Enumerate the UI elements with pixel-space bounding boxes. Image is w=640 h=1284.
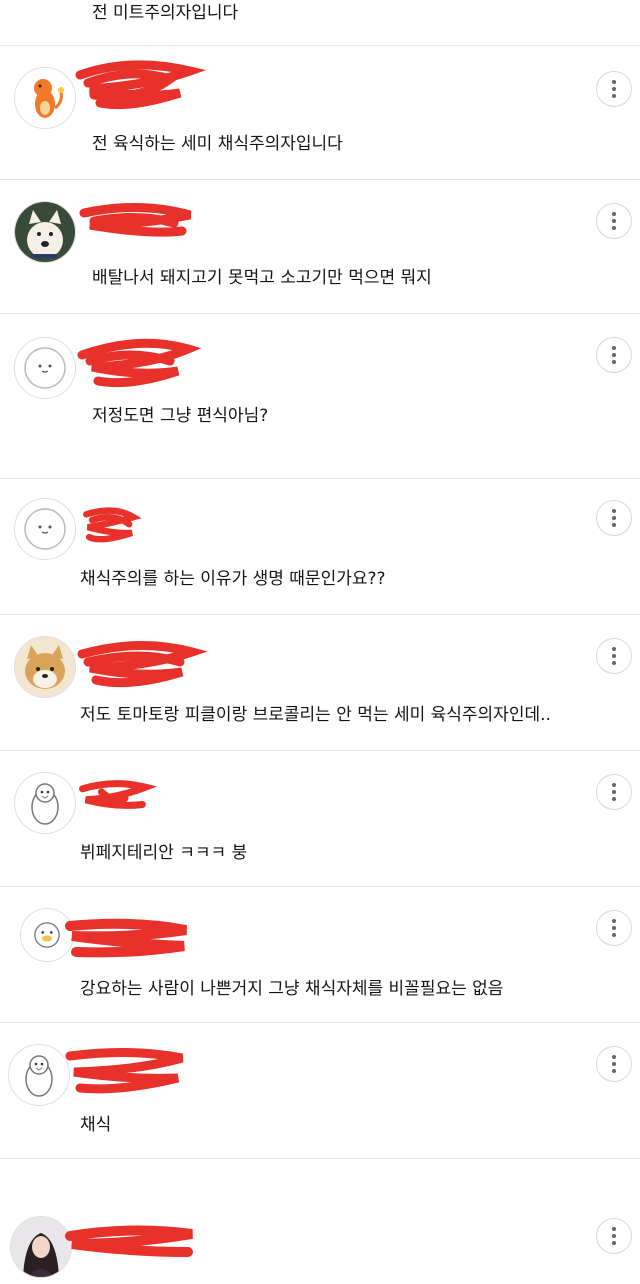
more-options-button[interactable]: [596, 910, 632, 946]
comment-item: 저정도면 그냥 편식아님?: [0, 313, 640, 479]
comment-item: [0, 1158, 640, 1280]
comment-text: 저정도면 그냥 편식아님?: [92, 406, 269, 426]
shiba-avatar[interactable]: [14, 636, 76, 698]
redaction-scribble: [65, 1047, 184, 1094]
comment-text: 전 육식하는 세미 채식주의자입니다: [92, 134, 343, 154]
more-options-button[interactable]: [596, 1218, 632, 1254]
more-options-button[interactable]: [596, 774, 632, 810]
redaction-scribble: [79, 780, 158, 809]
comment-item: 강요하는 사람이 나쁜거지 그냥 채식자체를 비꼴필요는 없음: [0, 886, 640, 1023]
comment-item: 배탈나서 돼지고기 못먹고 소고기만 먹으면 뭐지: [0, 179, 640, 314]
white-dog-avatar[interactable]: [14, 201, 76, 263]
comment-item: 저도 토마토랑 피클이랑 브로콜리는 안 먹는 세미 육식주의자인데..: [0, 614, 640, 751]
comment-text: 강요하는 사람이 나쁜거지 그냥 채식자체를 비꼴필요는 없음: [80, 979, 504, 999]
comment-text: 뷔페지테리안 ㅋㅋㅋ 붕: [80, 843, 248, 863]
comment-text: 채식주의를 하는 이유가 생명 때문인가요??: [80, 569, 386, 589]
more-options-button[interactable]: [596, 1046, 632, 1082]
redaction-scribble: [77, 640, 208, 688]
redaction-scribble: [65, 1225, 193, 1257]
charmander-avatar[interactable]: [14, 67, 76, 129]
comment-item: 전 미트주의자입니다: [0, 0, 640, 46]
comment-text: 전 미트주의자입니다: [92, 3, 239, 23]
more-options-button[interactable]: [596, 71, 632, 107]
redaction-scribble: [83, 507, 142, 543]
comment-item: 채식: [0, 1022, 640, 1159]
comment-text: 저도 토마토랑 피클이랑 브로콜리는 안 먹는 세미 육식주의자인데..: [80, 705, 551, 725]
default-face-avatar[interactable]: [14, 498, 76, 560]
comment-item: 뷔페지테리안 ㅋㅋㅋ 붕: [0, 750, 640, 887]
more-options-button[interactable]: [596, 500, 632, 536]
comment-item: 채식주의를 하는 이유가 생명 때문인가요??: [0, 478, 640, 615]
more-options-button[interactable]: [596, 203, 632, 239]
redaction-scribble: [65, 918, 187, 958]
comment-item: 전 육식하는 세미 채식주의자입니다: [0, 45, 640, 180]
comment-text: 배탈나서 돼지고기 못먹고 소고기만 먹으면 뭐지: [92, 268, 432, 288]
redaction-scribble: [79, 202, 192, 237]
comment-text: 채식: [80, 1115, 112, 1135]
redaction-scribble: [75, 60, 207, 110]
redaction-scribble: [77, 338, 202, 388]
default-face-avatar[interactable]: [14, 337, 76, 399]
more-options-button[interactable]: [596, 337, 632, 373]
penguin-avatar[interactable]: [14, 772, 76, 834]
more-options-button[interactable]: [596, 638, 632, 674]
